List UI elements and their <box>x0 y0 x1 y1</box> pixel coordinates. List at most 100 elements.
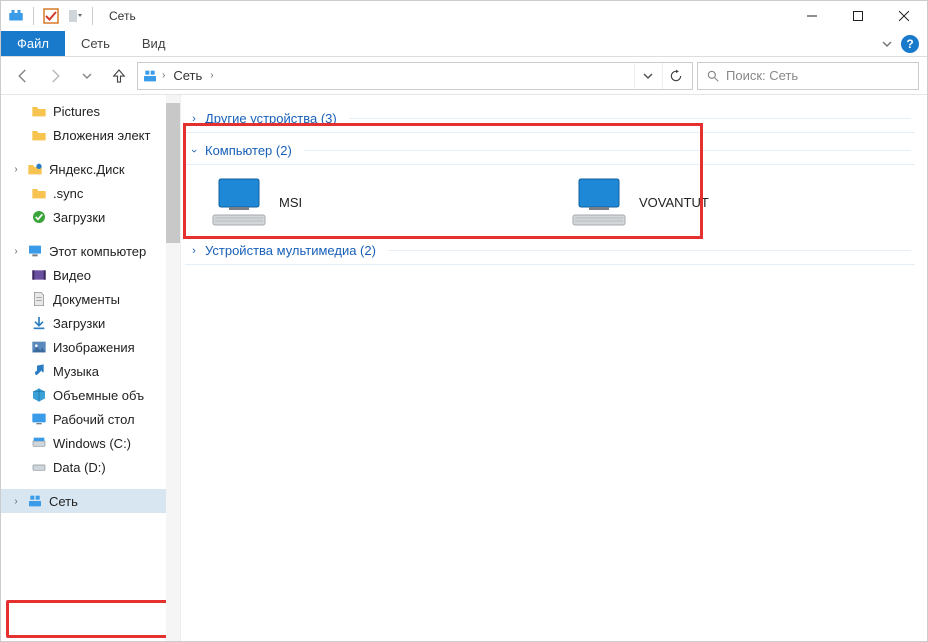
tree-item-label: Загрузки <box>53 316 105 331</box>
expand-icon[interactable]: › <box>11 164 21 175</box>
separator <box>33 7 34 25</box>
tree-item-thispc[interactable]: › Этот компьютер <box>1 239 180 263</box>
breadcrumb-segment[interactable]: Сеть <box>169 66 206 85</box>
drive-icon <box>31 459 47 475</box>
tree-item-3d[interactable]: Объемные объ <box>1 383 180 407</box>
tree-item-label: Этот компьютер <box>49 244 146 259</box>
tree-item-label: .sync <box>53 186 83 201</box>
video-icon <box>31 267 47 283</box>
group-multimedia[interactable]: › Устройства мультимедиа (2) <box>185 237 915 265</box>
minimize-button[interactable] <box>789 1 835 31</box>
body: Pictures Вложения элект › Яндекс.Диск .s… <box>1 95 927 641</box>
tree-item-label: Data (D:) <box>53 460 106 475</box>
tree-item-label: Сеть <box>49 494 78 509</box>
computer-icon <box>211 177 267 227</box>
search-icon <box>706 69 720 83</box>
tree-item-pictures[interactable]: Pictures <box>1 99 180 123</box>
up-button[interactable] <box>105 62 133 90</box>
content-area: › Другие устройства (3) › Компьютер (2) <box>181 95 927 641</box>
computer-label: VOVANTUT <box>639 195 709 210</box>
group-other-devices[interactable]: › Другие устройства (3) <box>185 105 915 133</box>
sidebar: Pictures Вложения элект › Яндекс.Диск .s… <box>1 95 181 641</box>
drive-icon <box>31 435 47 451</box>
ribbon-collapse-icon[interactable] <box>881 38 893 50</box>
tab-view[interactable]: Вид <box>126 31 182 56</box>
tree-item-video[interactable]: Видео <box>1 263 180 287</box>
group-computer[interactable]: › Компьютер (2) <box>185 137 915 165</box>
navigation-row: › Сеть › Поиск: Сеть <box>1 57 927 95</box>
group-label: Другие устройства (3) <box>205 111 337 126</box>
tab-network[interactable]: Сеть <box>65 31 126 56</box>
close-button[interactable] <box>881 1 927 31</box>
tab-file[interactable]: Файл <box>1 31 65 56</box>
address-bar[interactable]: › Сеть › <box>137 62 693 90</box>
tree-item-downloads[interactable]: Загрузки <box>1 311 180 335</box>
tree-item-label: Рабочий стол <box>53 412 135 427</box>
tree-item-label: Документы <box>53 292 120 307</box>
group-label: Компьютер (2) <box>205 143 292 158</box>
document-icon <box>31 291 47 307</box>
download-icon <box>31 315 47 331</box>
search-placeholder: Поиск: Сеть <box>726 68 798 83</box>
forward-button[interactable] <box>41 62 69 90</box>
cube-icon <box>31 387 47 403</box>
tree-item-desktop[interactable]: Рабочий стол <box>1 407 180 431</box>
pc-icon <box>27 243 43 259</box>
annotation-highlight <box>6 600 178 638</box>
breadcrumb-chevron-icon[interactable]: › <box>162 70 165 81</box>
chevron-down-icon: › <box>188 146 200 156</box>
tree-item-drive-c[interactable]: Windows (C:) <box>1 431 180 455</box>
tree-item-music[interactable]: Музыка <box>1 359 180 383</box>
tree-item-images[interactable]: Изображения <box>1 335 180 359</box>
breadcrumb-chevron-icon[interactable]: › <box>210 70 213 81</box>
folder-icon <box>31 127 47 143</box>
tree-item-label: Вложения элект <box>53 128 150 143</box>
window-controls <box>789 1 927 31</box>
expand-icon[interactable]: › <box>11 496 21 507</box>
scrollbar-thumb[interactable] <box>166 103 180 243</box>
titlebar: Сеть <box>1 1 927 31</box>
maximize-button[interactable] <box>835 1 881 31</box>
tree-item-label: Видео <box>53 268 91 283</box>
expand-icon[interactable]: › <box>11 246 21 257</box>
search-input[interactable]: Поиск: Сеть <box>697 62 919 90</box>
computer-label: MSI <box>279 195 302 210</box>
tree-item-sync[interactable]: .sync <box>1 181 180 205</box>
tree-item-documents[interactable]: Документы <box>1 287 180 311</box>
help-icon[interactable]: ? <box>901 35 919 53</box>
tree-item-yandex[interactable]: › Яндекс.Диск <box>1 157 180 181</box>
address-dropdown-icon[interactable] <box>634 63 660 89</box>
yandex-icon <box>27 161 43 177</box>
computer-items-row: MSI VOVANTUT <box>185 169 915 235</box>
recent-dropdown-icon[interactable] <box>73 62 101 90</box>
breadcrumb-icon <box>142 68 158 84</box>
chevron-right-icon: › <box>189 245 199 257</box>
image-icon <box>31 339 47 355</box>
tree-item-label: Загрузки <box>53 210 105 225</box>
refresh-button[interactable] <box>662 63 688 89</box>
tree-item-drive-d[interactable]: Data (D:) <box>1 455 180 479</box>
tree-item-label: Яндекс.Диск <box>49 162 125 177</box>
qat-dropdown-icon[interactable] <box>64 5 86 27</box>
network-icon <box>27 493 43 509</box>
ribbon: Файл Сеть Вид ? <box>1 31 927 57</box>
qat-properties-icon[interactable] <box>40 5 62 27</box>
check-icon <box>31 209 47 225</box>
folder-icon <box>31 103 47 119</box>
computer-icon <box>571 177 627 227</box>
scrollbar[interactable] <box>166 95 180 641</box>
tree-item-attachments[interactable]: Вложения элект <box>1 123 180 147</box>
computer-item[interactable]: MSI <box>211 177 511 227</box>
tree-item-zagruzki[interactable]: Загрузки <box>1 205 180 229</box>
window-title: Сеть <box>99 9 136 23</box>
folder-icon <box>31 185 47 201</box>
back-button[interactable] <box>9 62 37 90</box>
tree-item-label: Изображения <box>53 340 135 355</box>
desktop-icon <box>31 411 47 427</box>
computer-item[interactable]: VOVANTUT <box>571 177 871 227</box>
tree-item-network[interactable]: › Сеть <box>1 489 180 513</box>
tree-item-label: Музыка <box>53 364 99 379</box>
tree-item-label: Pictures <box>53 104 100 119</box>
chevron-right-icon: › <box>189 113 199 125</box>
tree-item-label: Windows (C:) <box>53 436 131 451</box>
